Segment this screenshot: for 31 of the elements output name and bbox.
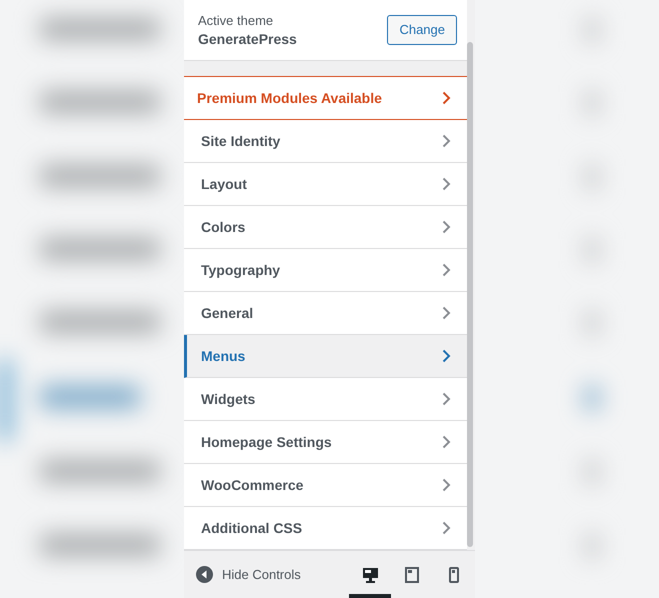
chevron-right-icon [442,177,451,191]
section-item[interactable]: Site Identity [184,120,467,163]
chevron-right-icon [442,435,451,449]
chevron-right-icon [442,392,451,406]
section-item[interactable]: Additional CSS [184,507,467,550]
chevron-right-icon [442,91,451,105]
section-item[interactable]: General [184,292,467,335]
section-item[interactable]: WooCommerce [184,464,467,507]
chevron-right-icon [442,478,451,492]
chevron-right-icon [442,263,451,277]
desktop-icon [362,566,378,582]
section-item[interactable]: Widgets [184,378,467,421]
section-item[interactable]: Colors [184,206,467,249]
section-item[interactable]: Menus [184,335,467,378]
chevron-right-icon [442,349,451,363]
chevron-right-icon [442,306,451,320]
section-item[interactable]: Typography [184,249,467,292]
tablet-icon [405,566,419,582]
premium-modules-link[interactable]: Premium Modules Available [184,76,467,120]
theme-name: GeneratePress [198,30,297,48]
mobile-icon [449,566,459,582]
chevron-right-icon [442,521,451,535]
chevron-right-icon [442,220,451,234]
collapse-icon [196,566,213,583]
section-item[interactable]: Layout [184,163,467,206]
hide-controls-button[interactable]: Hide Controls [196,564,301,584]
section-item[interactable]: Homepage Settings [184,421,467,464]
scrollbar-thumb[interactable] [467,42,473,547]
active-theme-label: Active theme [198,12,274,28]
change-theme-button[interactable]: Change [387,15,457,45]
chevron-right-icon [442,134,451,148]
